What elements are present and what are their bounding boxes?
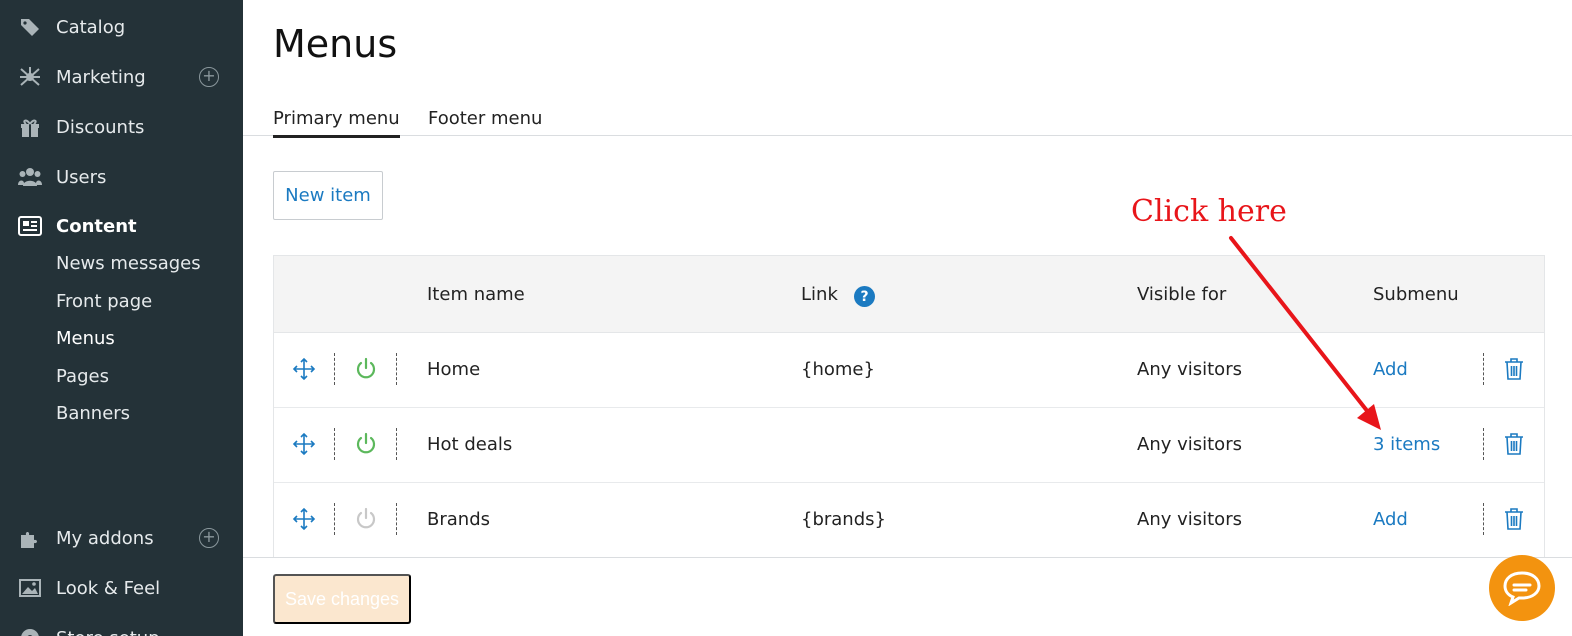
newspaper-icon [18, 214, 42, 238]
submenu-items-link[interactable]: 3 items [1373, 434, 1440, 455]
gift-icon [18, 115, 42, 139]
move-icon[interactable] [292, 507, 316, 531]
sidebar-item-marketing[interactable]: Marketing + [0, 57, 243, 97]
table-row: Brands {brands} Any visitors Add [274, 483, 1544, 558]
users-icon [18, 165, 42, 189]
divider [334, 428, 335, 460]
divider [396, 428, 397, 460]
sidebar-item-label: Content [56, 215, 137, 237]
item-visibility: Any visitors [1137, 434, 1242, 455]
add-addon-icon[interactable]: + [199, 528, 219, 548]
item-link: {brands} [801, 509, 886, 530]
sidebar-subitem-front-page[interactable]: Front page [56, 291, 152, 312]
sidebar: Catalog Marketing + Discounts Users Cont… [0, 0, 243, 636]
table-row: Hot deals Any visitors 3 items [274, 408, 1544, 483]
sidebar-subitem-menus[interactable]: Menus [56, 328, 115, 349]
divider [1483, 428, 1484, 460]
sidebar-item-look-feel[interactable]: Look & Feel [0, 568, 243, 608]
power-off-icon[interactable] [354, 507, 378, 531]
sidebar-item-label: Marketing [56, 66, 146, 88]
sidebar-item-label: My addons [56, 527, 154, 549]
power-icon[interactable] [354, 357, 378, 381]
add-marketing-icon[interactable]: + [199, 67, 219, 87]
power-icon[interactable] [354, 432, 378, 456]
network-icon [18, 65, 42, 89]
gear-icon [18, 626, 42, 636]
sidebar-item-label: Store setup [56, 628, 160, 636]
menu-items-table: Item name Link ? Visible for Submenu Hom… [273, 255, 1545, 558]
sidebar-item-label: Look & Feel [56, 577, 161, 599]
sidebar-subitem-pages[interactable]: Pages [56, 366, 109, 387]
item-link: {home} [801, 359, 875, 380]
trash-icon[interactable] [1503, 432, 1527, 456]
sidebar-item-discounts[interactable]: Discounts [0, 107, 243, 147]
chat-icon [1503, 571, 1541, 606]
item-name: Hot deals [427, 434, 513, 455]
sidebar-subitem-banners[interactable]: Banners [56, 403, 130, 424]
main-content: Menus Primary menu Footer menu New item … [243, 0, 1572, 636]
item-visibility: Any visitors [1137, 359, 1242, 380]
page-title: Menus [273, 22, 398, 66]
sidebar-subitem-news-messages[interactable]: News messages [56, 253, 201, 274]
chat-widget-button[interactable] [1489, 555, 1555, 621]
sidebar-item-label: Discounts [56, 116, 145, 138]
image-icon [18, 576, 42, 600]
divider [396, 353, 397, 385]
column-header-visible-for: Visible for [1137, 284, 1227, 305]
tab-bar: Primary menu Footer menu [243, 100, 1572, 138]
column-header-submenu: Submenu [1373, 284, 1459, 305]
move-icon[interactable] [292, 432, 316, 456]
submenu-add-link[interactable]: Add [1373, 509, 1408, 530]
divider [396, 503, 397, 535]
item-visibility: Any visitors [1137, 509, 1242, 530]
table-row: Home {home} Any visitors Add [274, 333, 1544, 408]
help-icon[interactable]: ? [854, 286, 875, 307]
sidebar-item-my-addons[interactable]: My addons + [0, 518, 243, 558]
tab-primary-menu[interactable]: Primary menu [273, 108, 400, 138]
sidebar-item-users[interactable]: Users [0, 157, 243, 197]
trash-icon[interactable] [1503, 357, 1527, 381]
divider [334, 353, 335, 385]
move-icon[interactable] [292, 357, 316, 381]
annotation-text: Click here [1131, 194, 1287, 229]
footer-bar: Save changes [243, 557, 1572, 636]
submenu-add-link[interactable]: Add [1373, 359, 1408, 380]
divider [1483, 503, 1484, 535]
tag-icon [18, 15, 42, 39]
save-changes-button[interactable]: Save changes [273, 574, 411, 624]
column-header-item-name: Item name [427, 284, 525, 305]
sidebar-item-catalog[interactable]: Catalog [0, 7, 243, 47]
new-item-button[interactable]: New item [273, 171, 383, 220]
trash-icon[interactable] [1503, 507, 1527, 531]
divider [334, 503, 335, 535]
column-header-link: Link [801, 284, 838, 305]
table-header: Item name Link ? Visible for Submenu [274, 256, 1544, 333]
item-name: Home [427, 359, 481, 380]
sidebar-item-content[interactable]: Content [0, 206, 243, 246]
sidebar-item-store-setup[interactable]: Store setup [0, 618, 243, 636]
sidebar-item-label: Catalog [56, 16, 126, 38]
puzzle-icon [18, 526, 42, 550]
tab-footer-menu[interactable]: Footer menu [428, 108, 542, 135]
sidebar-item-label: Users [56, 166, 107, 188]
divider [1483, 353, 1484, 385]
item-name: Brands [427, 509, 490, 530]
